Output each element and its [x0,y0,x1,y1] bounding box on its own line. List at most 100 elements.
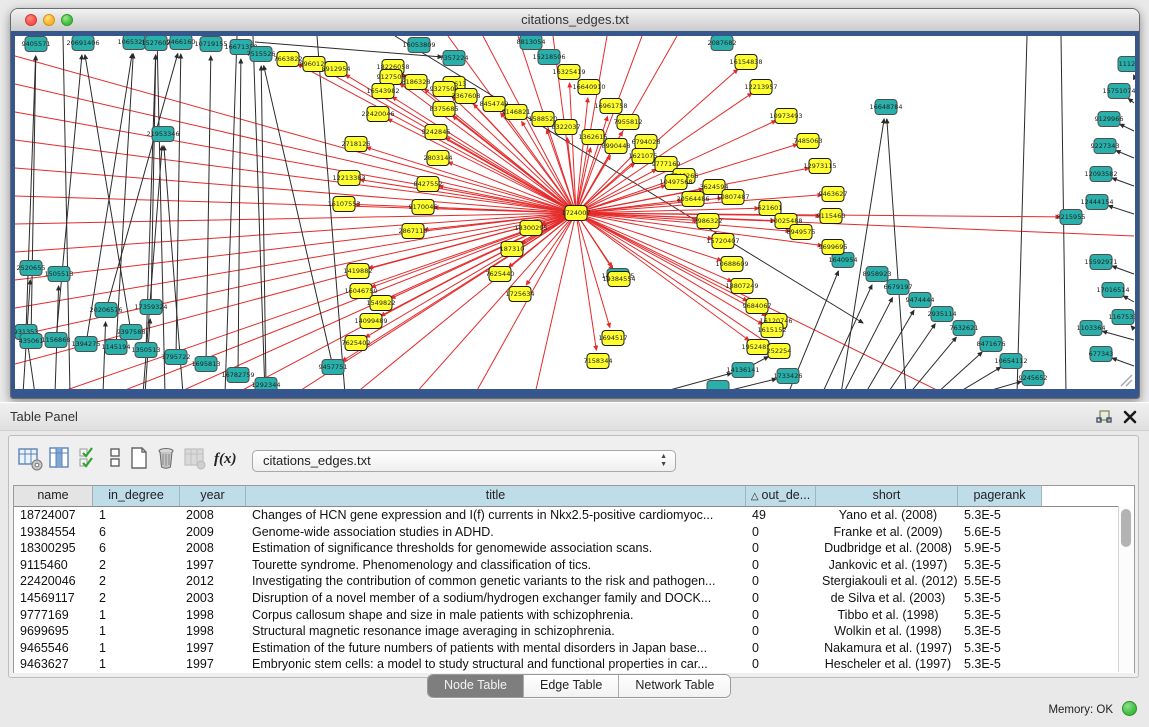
graph-node[interactable]: 9115460 [817,209,846,224]
graph-node[interactable]: 21953346 [146,127,179,142]
cell-in_degree[interactable]: 1 [93,507,180,524]
graph-node[interactable]: 7357224 [440,51,469,66]
window-titlebar[interactable]: citations_edges.txt [11,9,1139,32]
graph-node[interactable]: 16640910 [572,80,605,95]
cell-out_de[interactable]: 0 [746,573,816,590]
table-settings-icon[interactable] [18,446,44,472]
graph-node[interactable]: 1725634 [506,287,535,302]
cell-year[interactable]: 1998 [180,623,246,640]
graph-node[interactable]: 9457751 [319,360,348,375]
cell-short[interactable]: Hescheler et al. (1997) [816,656,958,673]
cell-out_de[interactable]: 0 [746,656,816,673]
graph-node[interactable]: 9474444 [906,293,935,308]
graph-node[interactable]: 6679197 [884,280,913,295]
graph-node[interactable]: 8215955 [1057,210,1086,225]
network-graph[interactable]: 9405571206914061065328715276029466160107… [15,36,1135,389]
graph-node[interactable]: 7158344 [584,354,613,369]
column-header-out_de[interactable]: △out_de... [746,486,816,506]
cell-out_de[interactable]: 0 [746,607,816,624]
graph-node[interactable]: 2986322 [694,214,723,229]
cell-in_degree[interactable]: 1 [93,656,180,673]
cell-out_de[interactable]: 0 [746,540,816,557]
tab-edge-table[interactable]: Edge Table [524,675,619,697]
graph-node[interactable]: 7663822 [274,52,303,67]
cell-year[interactable]: 2009 [180,524,246,541]
graph-node[interactable]: 7955812 [614,115,643,130]
cell-title[interactable]: Tourette syndrome. Phenomenology and cla… [246,557,746,574]
graph-node[interactable]: 1795722 [162,350,191,365]
graph-node[interactable]: 8427552 [414,177,443,192]
cell-out_de[interactable]: 0 [746,590,816,607]
graph-node[interactable]: 2520655 [17,261,46,276]
graph-node[interactable]: 14136141 [726,363,759,378]
cell-name[interactable]: 22420046 [14,573,93,590]
cell-short[interactable]: Stergiakouli et al. (2012) [816,573,958,590]
graph-node[interactable]: 9466160 [167,36,196,50]
cell-short[interactable]: Nakamura et al. (1997) [816,640,958,657]
cell-pagerank[interactable]: 5.3E-5 [958,607,1042,624]
column-header-in_degree[interactable]: in_degree [93,486,180,506]
graph-node[interactable]: 16782759 [221,368,254,383]
graph-node[interactable]: 12213957 [744,80,777,95]
cell-title[interactable]: Corpus callosum shape and size in male p… [246,607,746,624]
cell-pagerank[interactable]: 5.3E-5 [958,623,1042,640]
graph-node[interactable]: 12093582 [1084,167,1117,182]
graph-node[interactable]: 15592971 [1084,255,1117,270]
graph-node[interactable]: 8813054 [517,36,546,50]
graph-node[interactable]: 8471676 [977,337,1006,352]
delete-column-icon trash-icon[interactable] [155,446,181,472]
cell-year[interactable]: 2008 [180,507,246,524]
graph-node[interactable]: 9463627 [819,187,848,202]
graph-node[interactable]: 9227343 [1091,139,1120,154]
cell-year[interactable]: 1997 [180,656,246,673]
cell-out_de[interactable]: 0 [746,524,816,541]
cell-name[interactable]: 18300295 [14,540,93,557]
graph-node[interactable]: 17016514 [1096,283,1129,298]
cell-year[interactable]: 2003 [180,590,246,607]
graph-node[interactable]: 6794028 [632,135,661,150]
graph-node[interactable]: 1615152 [758,323,787,338]
graph-node[interactable]: 252254 [767,344,792,359]
cell-short[interactable]: Jankovic et al. (1997) [816,557,958,574]
graph-node[interactable]: 7625402 [342,336,371,351]
cell-short[interactable]: Wolkin et al. (1998) [816,623,958,640]
cell-pagerank[interactable]: 5.3E-5 [958,590,1042,607]
cell-name[interactable]: 9115460 [14,557,93,574]
cell-pagerank[interactable]: 5.9E-5 [958,540,1042,557]
graph-node[interactable]: 2718126 [342,137,371,152]
table-panel-titlebar[interactable]: Table Panel [0,402,1149,431]
cell-year[interactable]: 1998 [180,607,246,624]
graph-hub-node[interactable]: 1724007 [562,206,591,221]
cell-in_degree[interactable]: 2 [93,590,180,607]
graph-node[interactable]: 16154838 [729,55,762,70]
cell-pagerank[interactable]: 5.3E-5 [958,557,1042,574]
graph-node[interactable]: 8958923 [863,267,892,282]
graph-node[interactable]: 8322037 [552,120,581,135]
graph-node[interactable]: 9170046 [409,200,438,215]
cell-short[interactable]: Tibbo et al. (1998) [816,607,958,624]
graph-node[interactable]: 435061 [19,334,44,349]
graph-node[interactable]: 7632621 [950,321,979,336]
cell-out_de[interactable]: 0 [746,623,816,640]
tab-node-table[interactable]: Node Table [428,675,524,697]
table-row[interactable]: 911546021997Tourette syndrome. Phenomeno… [14,557,1134,574]
cell-in_degree[interactable]: 1 [93,607,180,624]
graph-node[interactable]: 1419882 [344,264,373,279]
cell-short[interactable]: de Silva et al. (2003) [816,590,958,607]
table-row[interactable]: 2242004622012Investigating the contribut… [14,573,1134,590]
cell-title[interactable]: Embryonic stem cells: a model to study s… [246,656,746,673]
select-rows-icon[interactable] [78,446,104,472]
graph-node[interactable]: 8912954 [322,62,351,77]
graph-node[interactable]: 2867110 [399,224,428,239]
cell-short[interactable]: Yano et al. (2008) [816,507,958,524]
cell-name[interactable]: 9777169 [14,607,93,624]
graph-node[interactable]: 12444154 [1080,195,1113,210]
float-panel-icon[interactable] [1095,408,1113,426]
graph-node[interactable]: 8375685 [430,102,459,117]
cell-title[interactable]: Changes of HCN gene expression and I(f) … [246,507,746,524]
cell-in_degree[interactable]: 2 [93,573,180,590]
graph-node[interactable]: 7485063 [794,134,823,149]
graph-node[interactable]: 2803144 [424,151,453,166]
graph-node[interactable]: 9405571 [22,37,51,52]
cell-pagerank[interactable]: 5.3E-5 [958,507,1042,524]
